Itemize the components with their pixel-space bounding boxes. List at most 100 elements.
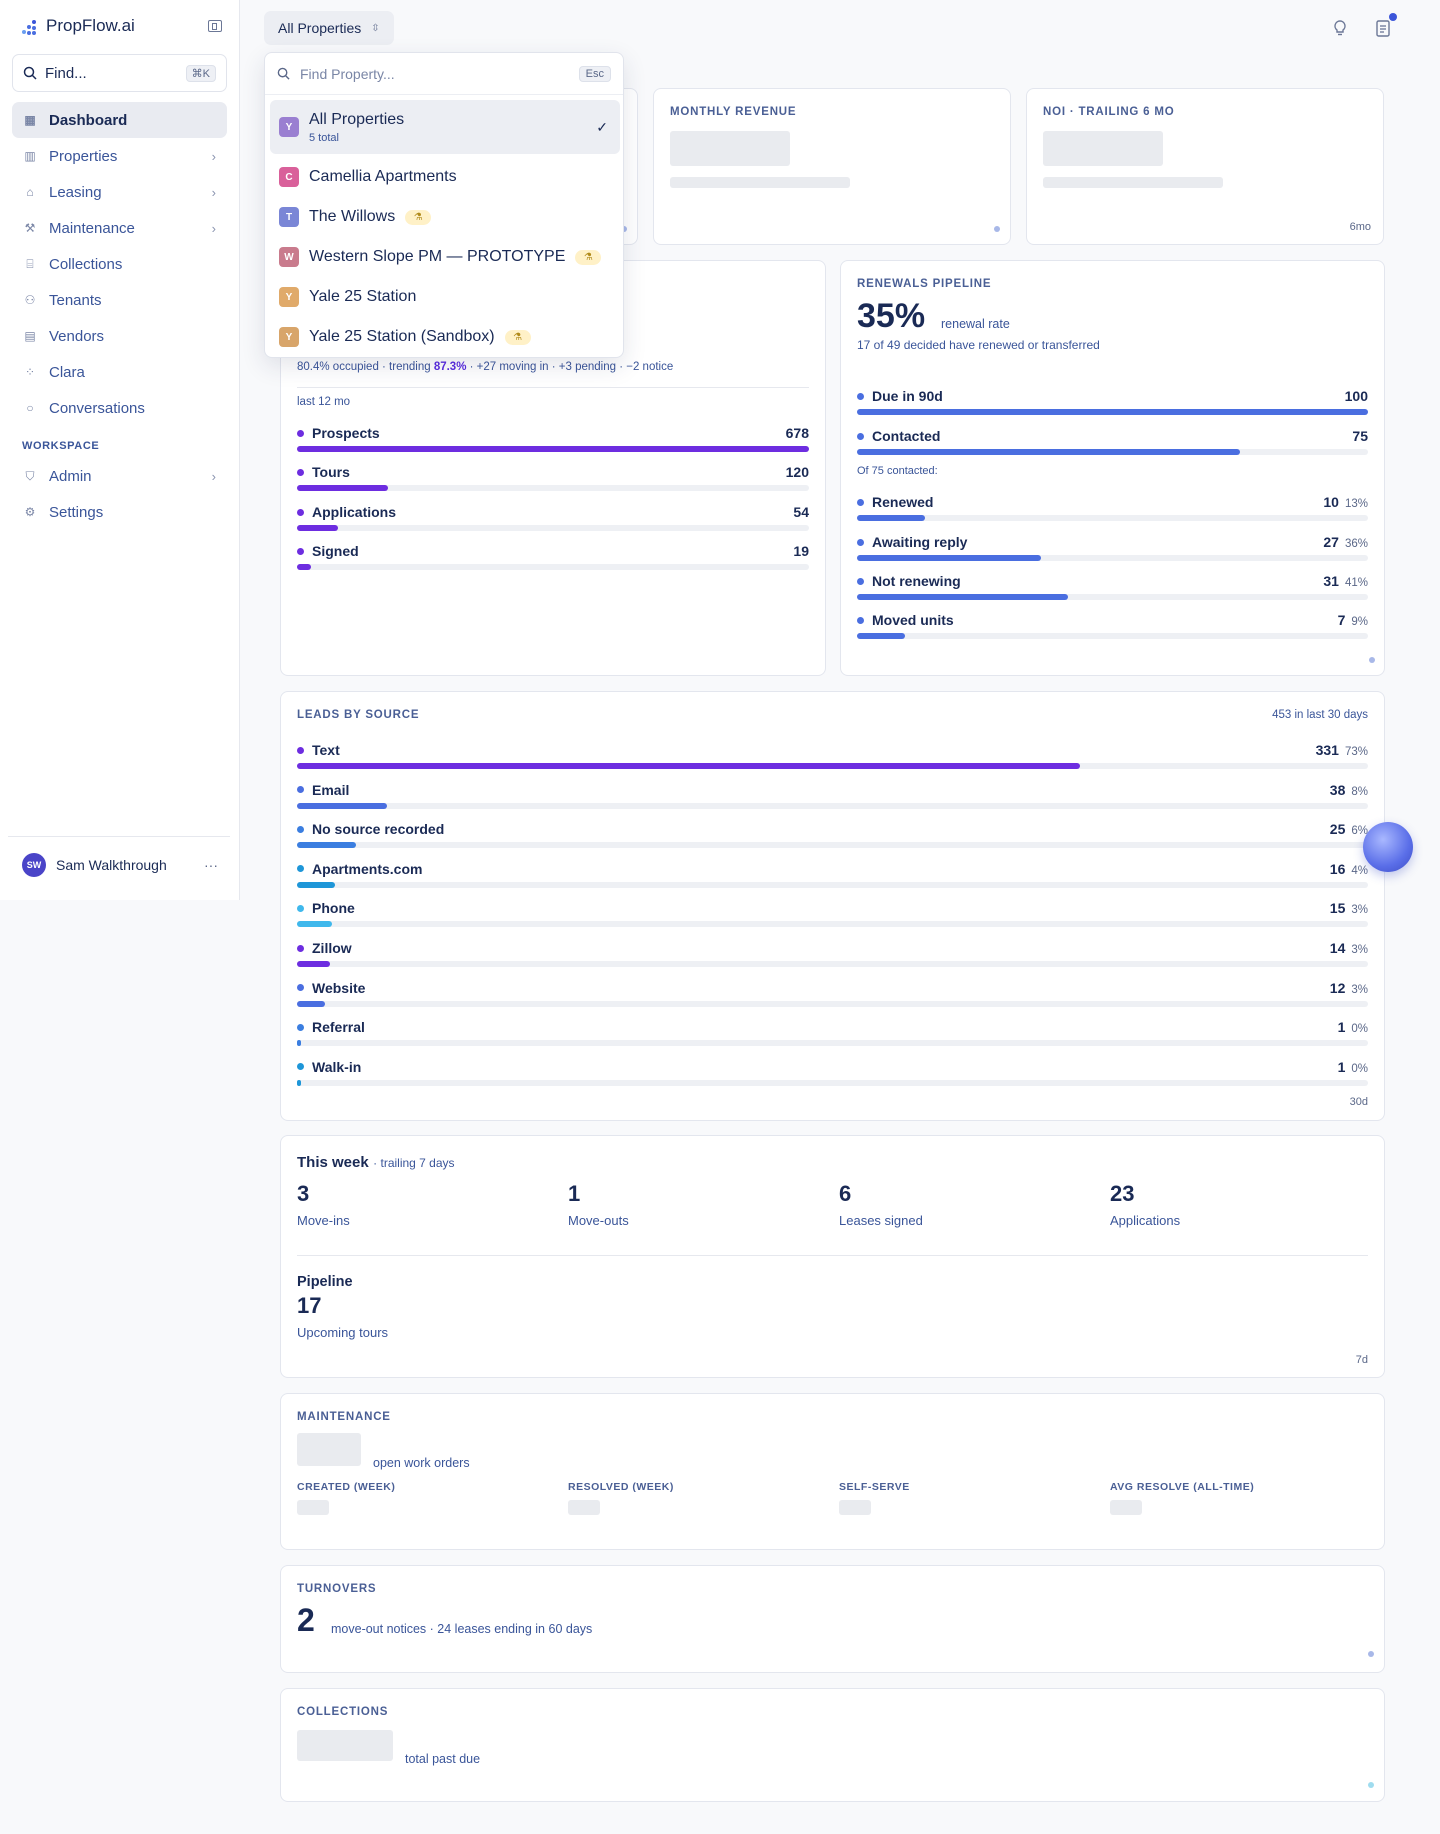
bar-track bbox=[857, 449, 1368, 455]
property-initial-badge: Y bbox=[279, 327, 299, 347]
assistant-orb-button[interactable] bbox=[1363, 822, 1413, 872]
pipeline-title: Pipeline bbox=[297, 1274, 353, 1290]
metric-value: 331 73% bbox=[1316, 742, 1368, 758]
property-initial-badge: Y bbox=[279, 287, 299, 307]
renewal-detail: 17 of 49 decided have renewed or transfe… bbox=[857, 338, 1100, 352]
metric-row: No source recorded 25 6% bbox=[297, 821, 1368, 849]
more-icon[interactable]: ··· bbox=[204, 857, 218, 873]
bar-track bbox=[857, 555, 1368, 561]
sidebar-item-properties[interactable]: ▥ Properties › bbox=[12, 138, 227, 174]
property-option[interactable]: Y Yale 25 Station bbox=[270, 282, 620, 312]
value-skeleton bbox=[670, 131, 790, 166]
occupancy-detail: · +27 moving in · +3 pending · −2 notice bbox=[466, 361, 674, 373]
esc-key[interactable]: Esc bbox=[578, 65, 611, 82]
sidebar-item-conversations[interactable]: ○ Conversations bbox=[12, 390, 227, 426]
bullet-dot bbox=[857, 616, 864, 624]
sidebar-item-maintenance[interactable]: ⚒ Maintenance › bbox=[12, 210, 227, 246]
property-option[interactable]: T The Willows ⚗ bbox=[270, 202, 620, 232]
metric-label: Apartments.com bbox=[297, 861, 1368, 877]
property-option[interactable]: C Camellia Apartments bbox=[270, 162, 620, 192]
period-tag: 7d bbox=[1355, 1354, 1368, 1366]
metric-percent: 13% bbox=[1344, 498, 1368, 510]
property-option[interactable]: W Western Slope PM — PROTOTYPE ⚗ bbox=[270, 242, 620, 272]
metric-count: 16 bbox=[1329, 860, 1346, 877]
metric-count: 27 bbox=[1323, 534, 1339, 550]
bar-track bbox=[297, 485, 809, 491]
metric-row: Awaiting reply 27 36% bbox=[857, 534, 1368, 561]
chevron-right-icon: › bbox=[211, 184, 216, 200]
flask-icon: ⚗ bbox=[405, 209, 432, 225]
find-input[interactable]: Find... ⌘K bbox=[12, 54, 227, 92]
sidebar-item-admin[interactable]: ⛉ Admin › bbox=[12, 458, 227, 494]
chevron-updown-icon: ⇳ bbox=[371, 22, 380, 34]
bullet-dot bbox=[297, 904, 304, 912]
open-orders-label: open work orders bbox=[373, 1456, 470, 1470]
bar-fill bbox=[297, 525, 338, 531]
sidebar-item-clara[interactable]: ⁘ Clara bbox=[12, 354, 227, 390]
metric-value: 1 0% bbox=[1338, 1019, 1368, 1035]
metric-value: 15 3% bbox=[1330, 900, 1368, 916]
bar-track bbox=[857, 409, 1368, 415]
bullet-dot bbox=[297, 944, 304, 952]
bar-fill bbox=[857, 633, 905, 639]
bar-fill bbox=[857, 555, 1041, 561]
metric-label: Applications bbox=[297, 504, 809, 520]
week-stat-value: 3 bbox=[297, 1181, 310, 1206]
bank-icon: ⌸ bbox=[26, 256, 34, 271]
metric-count: 1 bbox=[1337, 1019, 1346, 1036]
sidebar-item-leasing[interactable]: ⌂ Leasing › bbox=[12, 174, 227, 210]
bar-track bbox=[297, 763, 1368, 769]
property-option-label: Western Slope PM — PROTOTYPE bbox=[309, 248, 566, 265]
bullet-dot bbox=[297, 468, 304, 476]
user-menu[interactable]: SW Sam Walkthrough ··· bbox=[8, 836, 230, 877]
property-select[interactable]: All Properties ⇳ bbox=[264, 11, 394, 45]
property-option[interactable]: Y Yale 25 Station (Sandbox) ⚗ bbox=[270, 322, 620, 352]
metric-value: 27 36% bbox=[1323, 534, 1368, 550]
metric-value: 25 6% bbox=[1330, 821, 1368, 837]
property-search-input[interactable]: Find Property... Esc bbox=[265, 53, 623, 95]
metric-name: Renewed bbox=[872, 494, 934, 510]
sidebar-item-dashboard[interactable]: ▦ Dashboard bbox=[12, 102, 227, 138]
metric-name: Tours bbox=[312, 464, 350, 480]
metric-row: Apartments.com 16 4% bbox=[297, 860, 1368, 888]
sidebar-item-vendors[interactable]: ▤ Vendors bbox=[12, 318, 227, 354]
maintenance-col-label: AVG RESOLVE (ALL-TIME) bbox=[1110, 1481, 1255, 1493]
lightbulb-icon[interactable] bbox=[1330, 18, 1350, 38]
value-skeleton bbox=[297, 1433, 361, 1466]
period-tag: 30d bbox=[1349, 1096, 1368, 1108]
bar-fill bbox=[297, 1079, 302, 1086]
bullet-dot bbox=[857, 577, 864, 585]
kpi-title: MONTHLY REVENUE bbox=[670, 106, 797, 118]
chat-icon: ○ bbox=[26, 401, 34, 415]
sidebar-item-tenants[interactable]: ⚇ Tenants bbox=[12, 282, 227, 318]
bar-fill bbox=[297, 485, 388, 491]
metric-name: Due in 90d bbox=[872, 388, 943, 404]
bar-track bbox=[297, 842, 1368, 849]
property-option[interactable]: Y All Properties 5 total ✓ bbox=[270, 100, 620, 154]
property-initial-badge: C bbox=[279, 167, 299, 187]
metric-name: Zillow bbox=[312, 940, 352, 956]
sidebar-item-label: Settings bbox=[49, 503, 104, 521]
collapse-sidebar-icon[interactable] bbox=[208, 20, 222, 32]
document-icon[interactable] bbox=[1373, 18, 1393, 38]
week-stat: 3 Move-ins bbox=[297, 1181, 350, 1228]
turnovers-card: TURNOVERS 2 move-out notices · 24 leases… bbox=[280, 1565, 1385, 1673]
brand-logo[interactable]: PropFlow.ai bbox=[22, 16, 135, 36]
brand-name: PropFlow.ai bbox=[46, 16, 135, 35]
metric-count: 75 bbox=[1352, 428, 1368, 444]
metric-value: 54 bbox=[793, 504, 809, 520]
sidebar-item-settings[interactable]: ⚙ Settings bbox=[12, 494, 227, 530]
sidebar-item-collections[interactable]: ⌸ Collections bbox=[12, 246, 227, 282]
metric-row: Not renewing 31 41% bbox=[857, 573, 1368, 600]
bullet-dot bbox=[297, 429, 304, 437]
property-option-text: Camellia Apartments bbox=[309, 168, 457, 186]
metric-value: 75 bbox=[1352, 428, 1368, 444]
week-title: This week bbox=[297, 1154, 369, 1171]
metric-row: Referral 1 0% bbox=[297, 1019, 1368, 1047]
value-skeleton bbox=[1043, 131, 1163, 166]
notification-dot bbox=[1389, 13, 1397, 21]
value-skeleton bbox=[839, 1500, 871, 1515]
metric-label: Walk-in bbox=[297, 1059, 1368, 1075]
shield-icon: ⛉ bbox=[25, 468, 35, 483]
metric-name: Moved units bbox=[872, 612, 954, 628]
